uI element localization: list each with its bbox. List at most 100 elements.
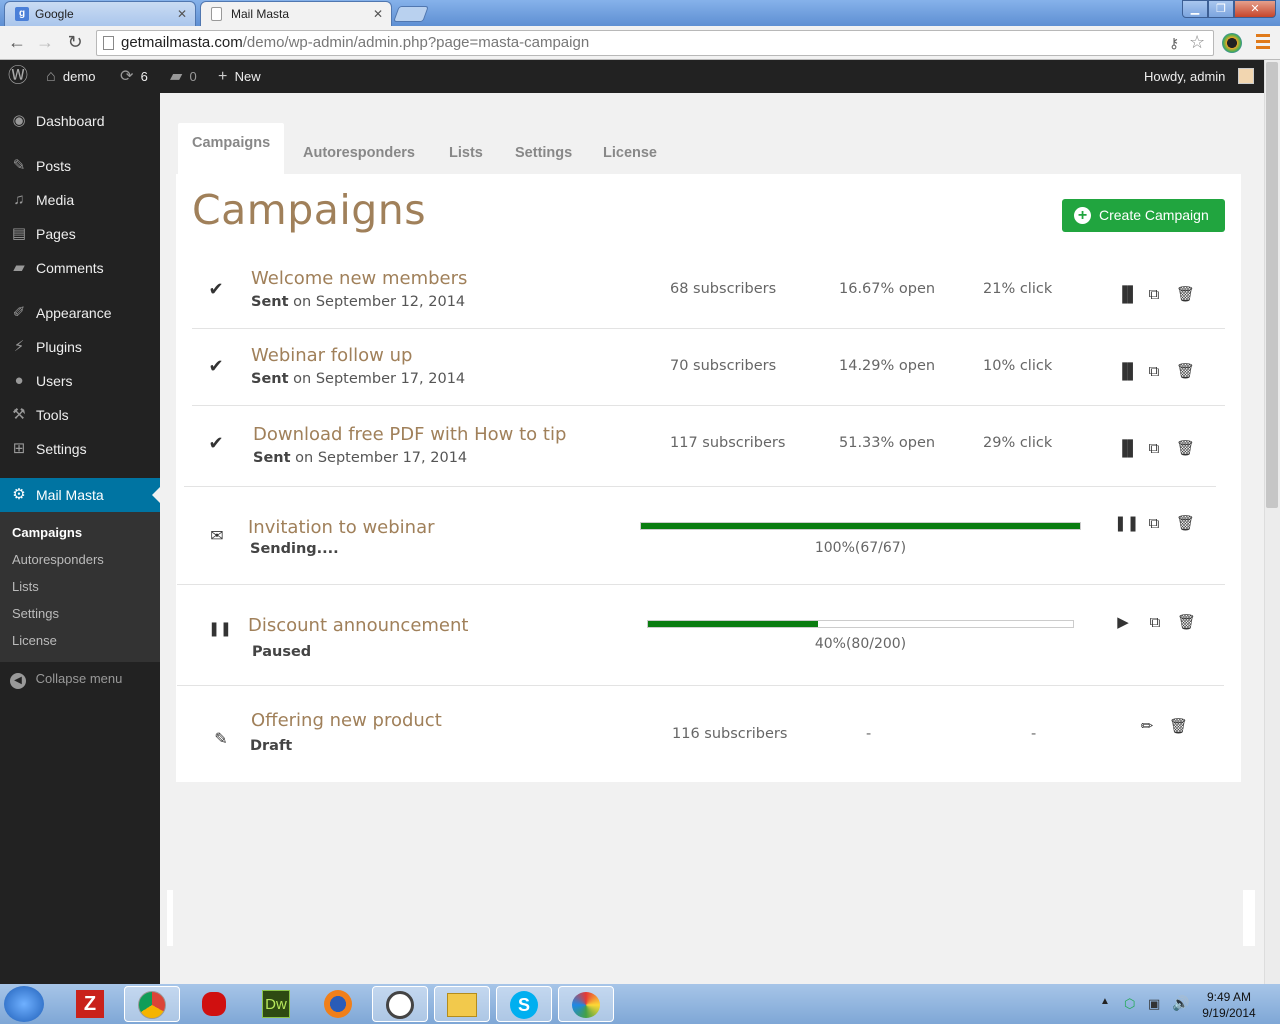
pin-icon: ✎ <box>12 157 26 174</box>
wordpress-logo-icon[interactable]: Ⓦ <box>8 60 28 93</box>
tab-settings[interactable]: Settings <box>501 123 586 174</box>
network-tray-icon[interactable]: ⬡ <box>1124 996 1135 1012</box>
tab-campaigns[interactable]: Campaigns <box>178 123 285 174</box>
sidebar-item-comments[interactable]: ▰ Comments <box>0 251 160 285</box>
copy-icon[interactable]: ⧉ <box>1145 286 1163 304</box>
submenu-license[interactable]: License <box>12 627 57 654</box>
sidebar-item-posts[interactable]: ✎ Posts <box>0 149 160 183</box>
menu-icon[interactable] <box>1256 34 1270 52</box>
forward-icon[interactable]: → <box>34 32 56 54</box>
submenu-settings[interactable]: Settings <box>12 600 59 627</box>
comments-link[interactable]: ▰ 0 <box>170 60 197 93</box>
subscriber-count: 68 subscribers <box>670 281 777 297</box>
sidebar-item-label: Posts <box>36 158 72 174</box>
submenu-campaigns[interactable]: Campaigns <box>12 519 82 546</box>
chrome-icon[interactable] <box>124 986 180 1022</box>
tab-autoresponders[interactable]: Autoresponders <box>289 123 429 174</box>
campaign-name[interactable]: Webinar follow up <box>251 345 412 366</box>
sidebar-item-appearance[interactable]: ✐ Appearance <box>0 296 160 330</box>
trash-icon[interactable]: 🗑 <box>1176 286 1195 304</box>
collapse-menu[interactable]: ◀ Collapse menu <box>10 670 160 690</box>
start-button[interactable] <box>4 986 44 1022</box>
howdy-user[interactable]: Howdy, admin <box>1144 60 1225 93</box>
address-bar[interactable]: getmailmasta.com/demo/wp-admin/admin.php… <box>96 30 1214 56</box>
sidebar-item-dashboard[interactable]: ◉ Dashboard <box>0 104 160 138</box>
new-content-link[interactable]: + New <box>218 60 261 93</box>
pages-icon: ▤ <box>11 225 27 242</box>
submenu-lists[interactable]: Lists <box>12 573 39 600</box>
campaign-name[interactable]: Welcome new members <box>251 268 467 289</box>
stats-icon[interactable]: ▐▌ <box>1117 286 1138 304</box>
system-clock[interactable]: 9:49 AM 9/19/2014 <box>1196 989 1262 1021</box>
trash-icon[interactable]: 🗑 <box>1176 363 1195 381</box>
reload-icon[interactable]: ↻ <box>64 32 86 54</box>
wrench-icon: ⚒ <box>12 406 26 423</box>
sidebar-item-users[interactable]: ● Users <box>0 364 160 398</box>
close-tab-icon[interactable]: ✕ <box>373 2 383 26</box>
show-hidden-icons[interactable]: ▲ <box>1100 996 1110 1007</box>
stats-icon[interactable]: ▐▌ <box>1117 440 1138 458</box>
submenu-autoresponders[interactable]: Autoresponders <box>12 546 104 573</box>
sidebar-item-media[interactable]: ♫ Media <box>0 183 160 217</box>
clock-time: 9:49 AM <box>1206 990 1252 1004</box>
campaign-name[interactable]: Discount announcement <box>248 615 468 636</box>
sidebar-item-tools[interactable]: ⚒ Tools <box>0 398 160 432</box>
paint-icon[interactable] <box>558 986 614 1022</box>
firefox-icon[interactable] <box>310 986 366 1022</box>
campaign-name[interactable]: Offering new product <box>251 710 442 731</box>
pencil-icon[interactable]: ✏ <box>1138 718 1156 736</box>
page-icon <box>103 36 114 50</box>
sidebar-item-label: Plugins <box>36 339 82 355</box>
dreamweaver-icon[interactable]: Dw <box>248 986 304 1022</box>
skype-icon[interactable]: S <box>496 986 552 1022</box>
trash-icon[interactable]: 🗑 <box>1176 440 1195 458</box>
close-window-button[interactable]: ✕ <box>1234 0 1276 18</box>
updates-icon: ⟳ <box>120 68 134 85</box>
stats-icon[interactable]: ▐▌ <box>1117 363 1138 381</box>
scrollbar-thumb[interactable] <box>1266 62 1278 508</box>
browser-tab-google[interactable]: g Google ✕ <box>4 1 196 26</box>
copy-icon[interactable]: ⧉ <box>1146 614 1164 632</box>
pause-icon[interactable]: ❚❚ <box>1114 515 1139 533</box>
trash-icon[interactable]: 🗑 <box>1169 718 1188 736</box>
avatar[interactable] <box>1238 68 1254 84</box>
click-rate: 29% click <box>983 435 1053 451</box>
star-icon[interactable]: ☆ <box>1189 30 1205 54</box>
volume-icon[interactable]: 🔊 <box>1172 995 1189 1012</box>
site-name-link[interactable]: ⌂ demo <box>46 60 95 93</box>
copy-icon[interactable]: ⧉ <box>1145 440 1163 458</box>
campaign-name[interactable]: Invitation to webinar <box>248 517 435 538</box>
back-icon[interactable]: ← <box>6 32 28 54</box>
new-tab-button[interactable] <box>393 6 429 22</box>
splash-app-icon[interactable] <box>186 986 242 1022</box>
restore-button[interactable]: ❐ <box>1208 0 1234 18</box>
explorer-folder-icon[interactable] <box>434 986 490 1022</box>
sidebar-item-label: Appearance <box>36 305 112 321</box>
tab-lists[interactable]: Lists <box>435 123 497 174</box>
tab-license[interactable]: License <box>589 123 671 174</box>
sidebar-item-mail-masta[interactable]: ⚙ Mail Masta <box>0 478 160 512</box>
plug-icon: ⚡ <box>13 338 25 355</box>
close-tab-icon[interactable]: ✕ <box>177 2 187 26</box>
trash-icon[interactable]: 🗑 <box>1177 614 1196 632</box>
minimize-button[interactable]: ▁ <box>1182 0 1208 18</box>
play-icon[interactable]: ▶ <box>1114 614 1132 632</box>
sidebar-item-pages[interactable]: ▤ Pages <box>0 217 160 251</box>
open-rate: 51.33% open <box>839 435 936 451</box>
copy-icon[interactable]: ⧉ <box>1145 515 1163 533</box>
updates-link[interactable]: ⟳ 6 <box>120 60 148 93</box>
clock-app-icon[interactable] <box>372 986 428 1022</box>
copy-icon[interactable]: ⧉ <box>1145 363 1163 381</box>
key-icon[interactable]: ⚷ <box>1169 31 1179 55</box>
monitor-tray-icon[interactable]: ▣ <box>1148 996 1160 1012</box>
extension-icon[interactable] <box>1222 33 1242 53</box>
campaign-name[interactable]: Download free PDF with How to tip <box>253 424 566 445</box>
sidebar-item-settings[interactable]: ⊞ Settings <box>0 432 160 466</box>
trash-icon[interactable]: 🗑 <box>1176 515 1195 533</box>
browser-tab-mailmasta[interactable]: Mail Masta ✕ <box>200 1 392 26</box>
filezilla-icon[interactable]: Z <box>62 986 118 1022</box>
check-icon: ✔ <box>208 356 224 376</box>
url-host: getmailmasta.com <box>121 34 243 51</box>
sidebar-item-plugins[interactable]: ⚡ Plugins <box>0 330 160 364</box>
create-campaign-button[interactable]: + Create Campaign <box>1062 199 1225 232</box>
